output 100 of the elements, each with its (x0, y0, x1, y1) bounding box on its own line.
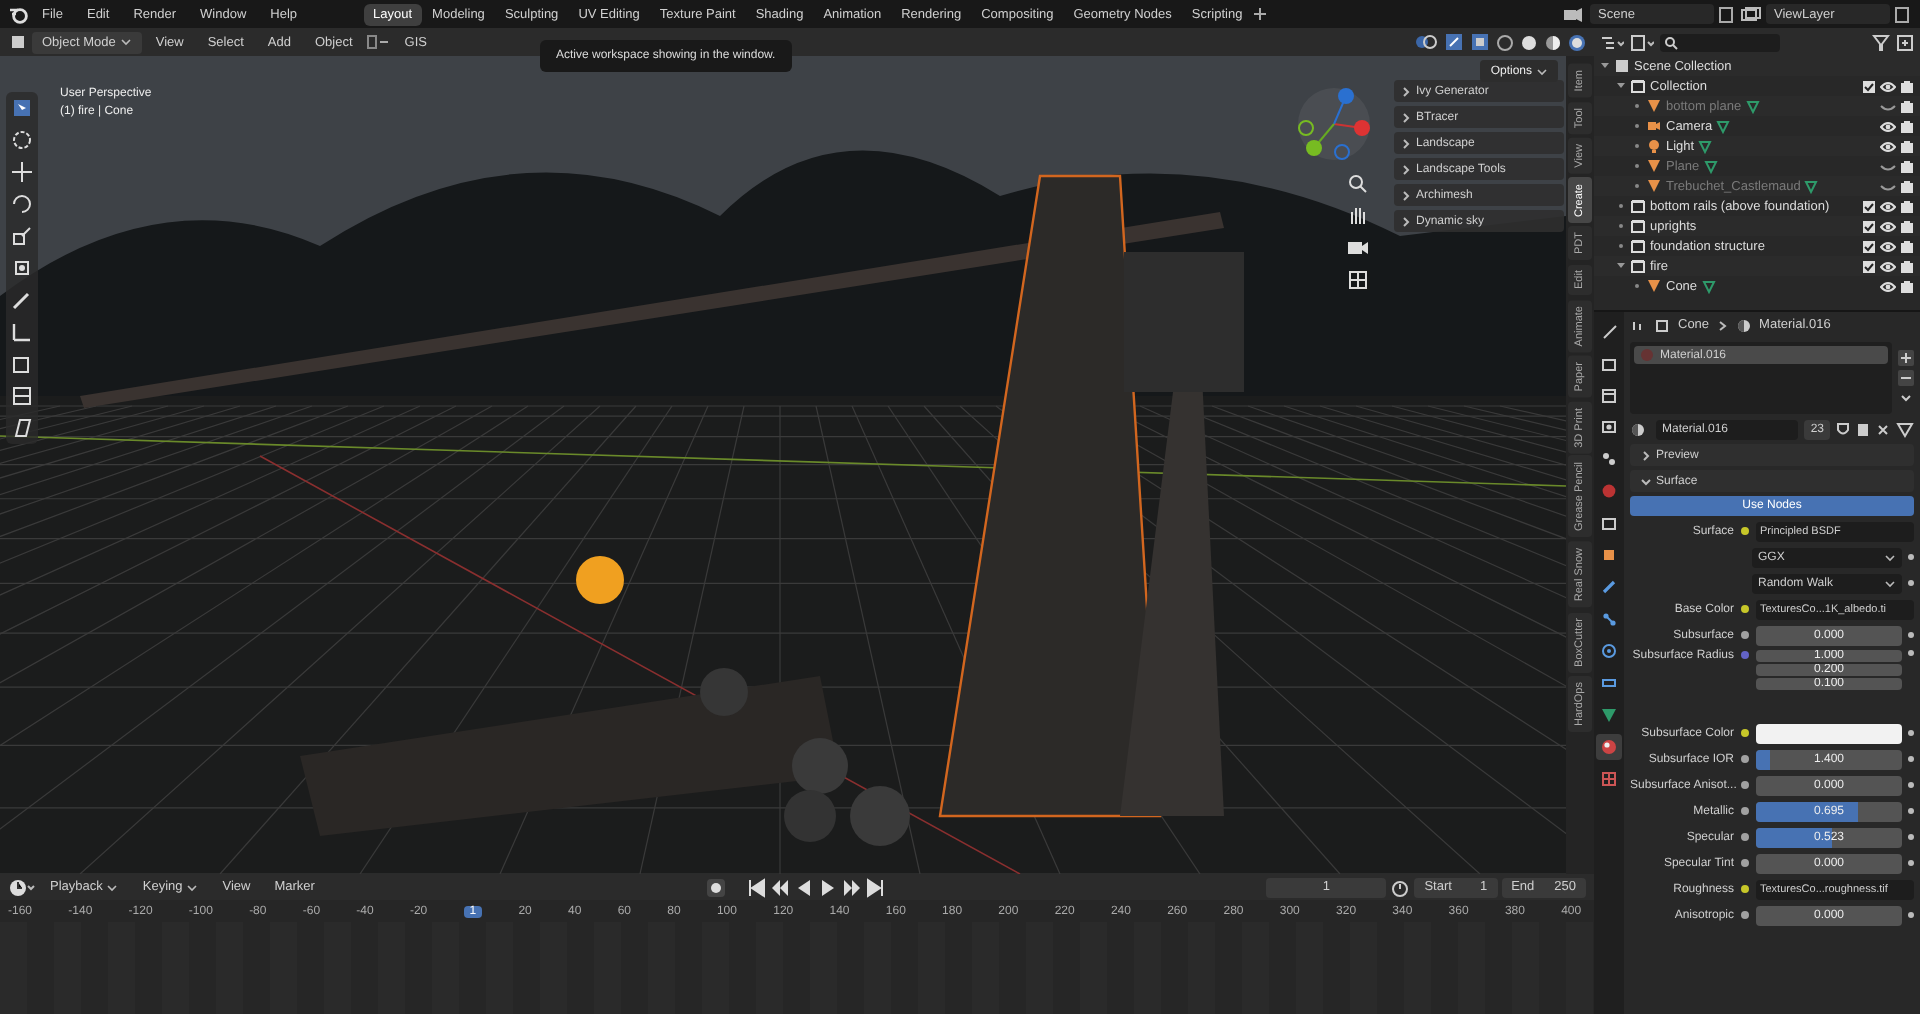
eye-icon[interactable] (1880, 139, 1896, 153)
camera-render-icon[interactable] (1900, 119, 1914, 133)
camera-render-icon[interactable] (1900, 219, 1914, 233)
jump-end-icon[interactable] (865, 877, 886, 897)
checked-checkbox-icon[interactable] (1862, 219, 1876, 233)
eye-icon[interactable] (1880, 79, 1896, 93)
chevron-right-icon (1640, 449, 1652, 461)
bullet-icon (1632, 120, 1642, 132)
wireframe-shading-icon[interactable] (1496, 33, 1514, 51)
properties-tab[interactable] (1596, 638, 1622, 664)
plus-icon[interactable] (1898, 350, 1914, 366)
search-field[interactable] (1660, 33, 1780, 51)
shield-icon[interactable] (1836, 421, 1850, 437)
collection-icon (1630, 78, 1646, 94)
mesh-triangle-icon (1646, 278, 1662, 294)
close-icon[interactable] (1876, 421, 1890, 437)
caret-icon (1884, 551, 1896, 563)
closed-eye-icon[interactable] (1880, 179, 1896, 193)
camera-icon[interactable] (1346, 236, 1370, 260)
socket-icon (1740, 754, 1750, 764)
eye-icon[interactable] (1880, 279, 1896, 293)
eye-icon[interactable] (1880, 219, 1896, 233)
shear-icon[interactable] (10, 416, 34, 440)
socket-icon (1740, 806, 1750, 816)
copy-icon[interactable] (1894, 5, 1912, 23)
funnel-icon[interactable] (1896, 421, 1914, 437)
camera-render-icon[interactable] (1900, 79, 1914, 93)
checked-checkbox-icon[interactable] (1862, 79, 1876, 93)
record-icon[interactable] (705, 877, 726, 897)
checked-checkbox-icon[interactable] (1862, 239, 1876, 253)
bullet-icon (1632, 280, 1642, 292)
camera-render-icon[interactable] (1900, 279, 1914, 293)
camera-render-icon[interactable] (1900, 179, 1914, 193)
eye-icon[interactable] (1880, 259, 1896, 273)
move-icon[interactable] (10, 160, 34, 184)
solid-shading-icon[interactable] (1520, 33, 1538, 51)
bullet-icon (1616, 200, 1626, 212)
camera-render-icon[interactable] (1900, 239, 1914, 253)
plus-icon[interactable] (1252, 6, 1269, 22)
particles-icon (1600, 610, 1618, 628)
color-swatch[interactable] (1756, 723, 1902, 743)
cube-icon[interactable] (8, 32, 28, 52)
ruler-icon[interactable] (10, 320, 34, 344)
caret-icon (1536, 65, 1548, 77)
scale-icon[interactable] (10, 224, 34, 248)
rendered-shading-icon[interactable] (1568, 33, 1586, 51)
copy-icon[interactable] (1718, 5, 1736, 23)
camera-render-icon[interactable] (1900, 139, 1914, 153)
filter-mode-icon[interactable] (1630, 33, 1654, 51)
stopwatch-icon[interactable] (1390, 877, 1411, 897)
select-box-icon[interactable] (10, 96, 34, 120)
eye-icon[interactable] (1880, 119, 1896, 133)
socket-icon (1740, 884, 1750, 894)
camera-render-icon[interactable] (1900, 99, 1914, 113)
data-icon (1701, 279, 1716, 293)
overlay-icon[interactable] (1414, 32, 1438, 52)
box-icon (1600, 514, 1618, 532)
cube-edit-icon[interactable] (10, 384, 34, 408)
socket-icon (1740, 832, 1750, 842)
layers-icon[interactable] (1740, 5, 1762, 23)
expand-arrow-icon[interactable] (1616, 260, 1626, 272)
sphere-icon[interactable] (1630, 421, 1650, 437)
closed-eye-icon[interactable] (1880, 99, 1896, 113)
sphere-icon (1640, 348, 1654, 362)
camera-render-icon[interactable] (1900, 199, 1914, 213)
material-shading-icon[interactable] (1544, 33, 1562, 51)
caret-icon[interactable] (1898, 390, 1914, 406)
chevron-right-icon (1400, 85, 1412, 97)
globe-icon (1600, 482, 1618, 500)
rotate-icon[interactable] (10, 192, 34, 216)
eye-icon[interactable] (1880, 239, 1896, 253)
camera-icon (1646, 118, 1662, 134)
navigation-gizmo-icon[interactable] (1294, 84, 1374, 164)
grid-icon[interactable] (1346, 268, 1370, 292)
collection-icon (1630, 258, 1646, 274)
add-cube-icon[interactable] (10, 352, 34, 376)
mesh-icon (1654, 317, 1670, 333)
checked-checkbox-icon[interactable] (1862, 199, 1876, 213)
transform-icon[interactable] (10, 256, 34, 280)
filter-icon[interactable] (1872, 33, 1890, 51)
new-collection-icon[interactable] (1896, 33, 1914, 51)
zoom-icon[interactable] (1346, 172, 1370, 196)
checker-icon (1600, 770, 1618, 788)
closed-eye-icon[interactable] (1880, 159, 1896, 173)
xray-icon[interactable] (1470, 32, 1490, 52)
camera-render-icon[interactable] (1900, 259, 1914, 273)
properties-tab[interactable] (1596, 734, 1622, 760)
checked-checkbox-icon[interactable] (1862, 259, 1876, 273)
clock-icon[interactable] (8, 877, 36, 897)
hand-icon[interactable] (1346, 204, 1370, 228)
cursor-icon[interactable] (10, 128, 34, 152)
list-view-icon[interactable] (1600, 33, 1624, 51)
eye-icon[interactable] (1880, 199, 1896, 213)
bullet-icon (1632, 160, 1642, 172)
orbit-icon (1600, 642, 1618, 660)
socket-icon (1740, 728, 1750, 738)
square-icon (1600, 546, 1618, 564)
minus-icon[interactable] (1898, 370, 1914, 386)
camera-render-icon[interactable] (1900, 159, 1914, 173)
jump-start-icon[interactable] (745, 877, 766, 897)
